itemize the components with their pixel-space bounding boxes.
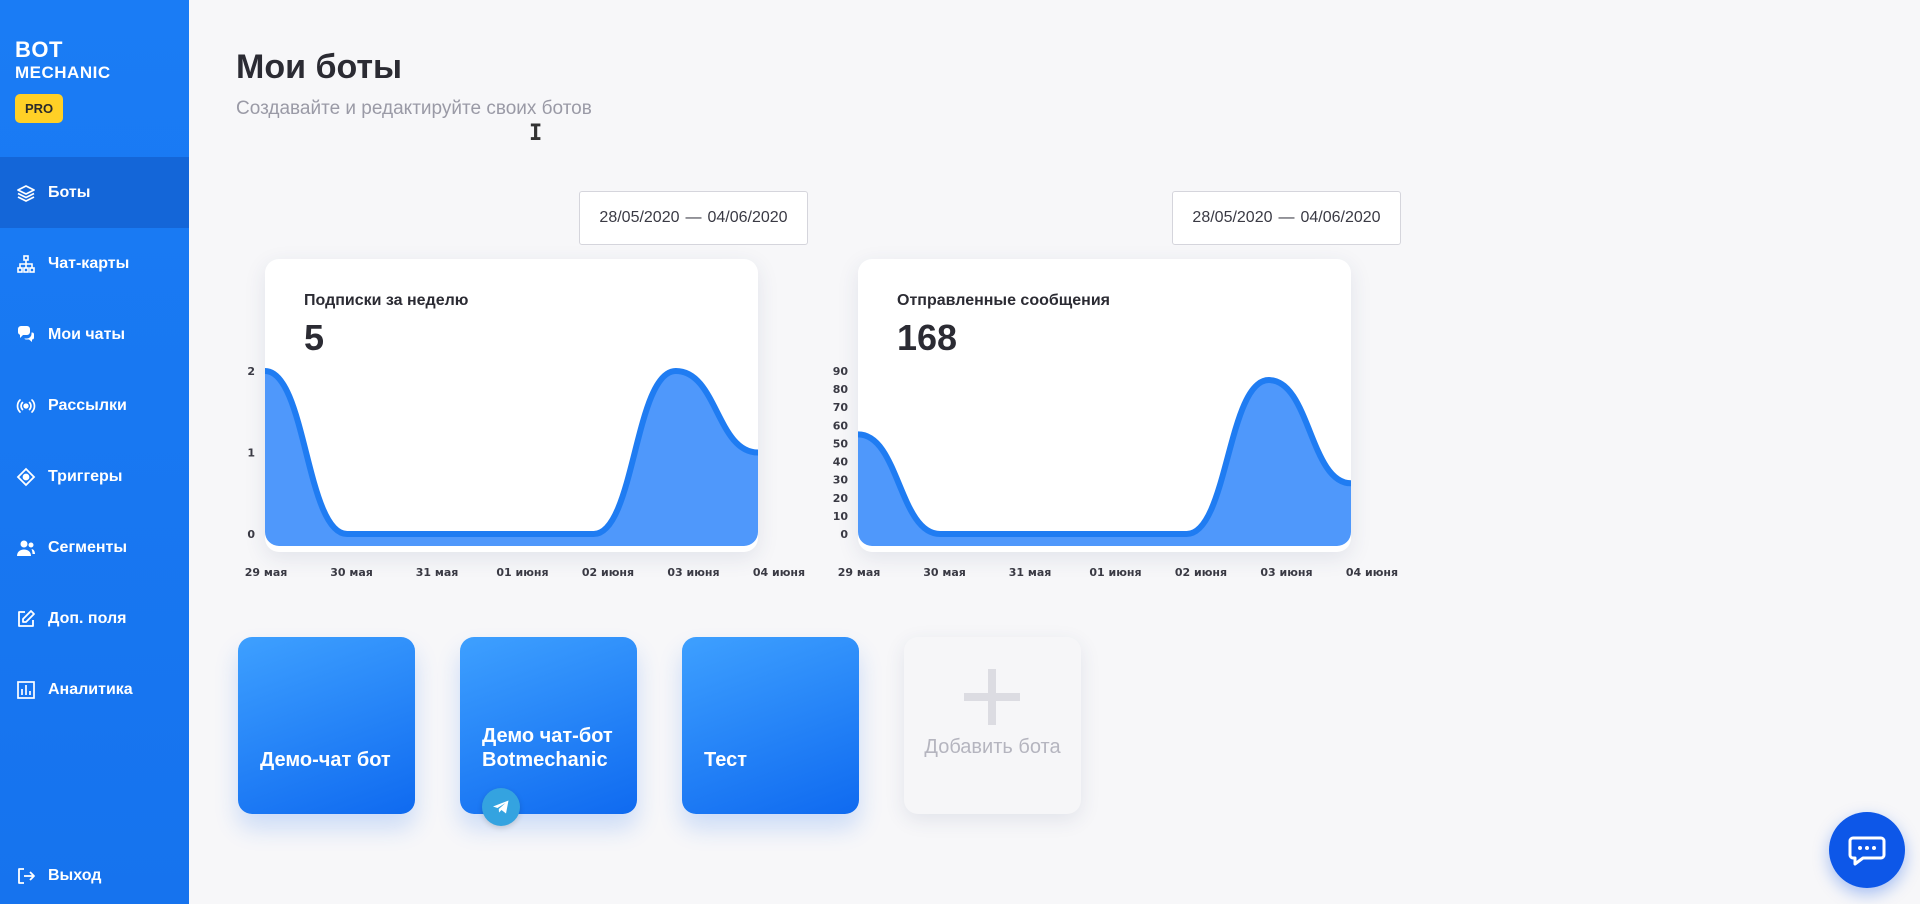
x-tick-label: 31 мая <box>416 566 459 579</box>
x-tick-label: 31 мая <box>1009 566 1052 579</box>
logout-icon <box>18 868 35 884</box>
chart-title: Подписки за неделю <box>304 292 469 309</box>
sidebar: BOT MECHANIC PRO Боты Чат-карты Мои чаты… <box>0 0 189 904</box>
sidebar-item-label: Доп. поля <box>48 609 127 627</box>
bot-name: Тест <box>704 749 747 771</box>
pro-badge: PRO <box>15 94 64 123</box>
sidebar-item-label: Чат-карты <box>48 254 130 272</box>
y-tick-label: 1 <box>247 447 255 460</box>
y-tick-label: 90 <box>833 365 849 378</box>
brand-logo[interactable]: BOT MECHANIC PRO <box>15 38 111 123</box>
x-tick-label: 03 июня <box>1260 566 1312 579</box>
y-tick-label: 0 <box>247 528 255 541</box>
users-icon <box>17 540 35 556</box>
chart-title: Отправленные сообщения <box>897 292 1110 309</box>
date-to: 04/06/2020 <box>1300 209 1381 226</box>
telegram-icon <box>482 788 520 826</box>
x-tick-label: 01 июня <box>1089 566 1141 579</box>
sidebar-item-label: Триггеры <box>48 467 123 485</box>
x-tick-label: 03 июня <box>667 566 719 579</box>
sidebar-item-extra-fields[interactable]: Доп. поля <box>0 583 189 654</box>
x-tick-label: 29 мая <box>245 566 288 579</box>
add-bot-button[interactable]: Добавить бота <box>904 637 1081 814</box>
sidebar-item-my-chats[interactable]: Мои чаты <box>0 299 189 370</box>
y-tick-label: 0 <box>840 528 848 541</box>
chart-card-messages: Отправленные сообщения 168 <box>858 259 1351 552</box>
bot-name: Демо-чат бот <box>260 749 391 771</box>
y-tick-label: 60 <box>833 419 849 432</box>
bot-card[interactable]: Демо-чат бот <box>238 637 415 814</box>
sidebar-item-segments[interactable]: Сегменты <box>0 512 189 583</box>
sidebar-item-chat-maps[interactable]: Чат-карты <box>0 228 189 299</box>
date-range-picker-subscriptions[interactable]: 28/05/2020 — 04/06/2020 <box>579 191 808 245</box>
sitemap-icon <box>17 254 35 273</box>
date-separator: — <box>1278 209 1295 226</box>
date-to: 04/06/2020 <box>707 209 788 226</box>
sidebar-nav: Боты Чат-карты Мои чаты Рассылки Триггер… <box>0 157 189 725</box>
add-bot-label: Добавить бота <box>924 736 1061 758</box>
page-title: Мои боты <box>236 48 403 86</box>
y-tick-label: 50 <box>833 437 849 450</box>
chat-widget-button[interactable] <box>1829 812 1905 888</box>
logout-label: Выход <box>48 867 102 884</box>
date-separator: — <box>685 209 702 226</box>
plus-icon <box>964 669 1020 725</box>
date-from: 28/05/2020 <box>599 209 680 226</box>
x-tick-label: 30 мая <box>923 566 966 579</box>
y-tick-label: 20 <box>833 492 849 505</box>
broadcast-icon <box>16 398 36 413</box>
date-from: 28/05/2020 <box>1192 209 1273 226</box>
chat-bubbles-icon <box>18 325 34 342</box>
bot-card[interactable]: Тест <box>682 637 859 814</box>
chat-icon <box>1848 836 1886 866</box>
date-range-picker-messages[interactable]: 28/05/2020 — 04/06/2020 <box>1172 191 1401 245</box>
page-subtitle: Создавайте и редактируйте своих ботов <box>236 98 592 119</box>
x-tick-label: 02 июня <box>582 566 634 579</box>
x-tick-label: 02 июня <box>1175 566 1227 579</box>
chart-total: 5 <box>304 317 325 358</box>
sidebar-item-label: Аналитика <box>48 680 133 698</box>
sidebar-item-label: Рассылки <box>48 396 127 414</box>
sidebar-item-triggers[interactable]: Триггеры <box>0 441 189 512</box>
x-tick-label: 29 мая <box>838 566 881 579</box>
sidebar-item-label: Мои чаты <box>48 325 126 343</box>
y-tick-label: 2 <box>247 365 255 378</box>
sidebar-item-label: Сегменты <box>48 538 128 556</box>
brand-title: BOT <box>15 37 63 62</box>
chart-total: 168 <box>897 317 958 358</box>
edit-icon <box>18 609 35 627</box>
brand-subtitle: MECHANIC <box>15 63 111 82</box>
sidebar-item-broadcasts[interactable]: Рассылки <box>0 370 189 441</box>
bot-card[interactable]: Демо чат-бот Botmechanic <box>460 637 637 826</box>
target-icon <box>16 467 36 486</box>
layers-icon <box>17 184 35 202</box>
y-tick-label: 70 <box>833 401 849 414</box>
y-tick-label: 80 <box>833 383 849 396</box>
y-tick-label: 10 <box>833 510 849 523</box>
chart-card-subscriptions: Подписки за неделю 5 <box>265 259 758 552</box>
sidebar-item-bots[interactable]: Боты <box>0 157 189 228</box>
x-tick-label: 04 июня <box>753 566 805 579</box>
sidebar-item-analytics[interactable]: Аналитика <box>0 654 189 725</box>
logout-button[interactable]: Выход <box>0 848 189 904</box>
sidebar-item-label: Боты <box>48 183 91 201</box>
x-tick-label: 04 июня <box>1346 566 1398 579</box>
analytics-icon <box>17 680 35 699</box>
x-tick-label: 01 июня <box>496 566 548 579</box>
x-tick-label: 30 мая <box>330 566 373 579</box>
y-tick-label: 40 <box>833 456 849 469</box>
y-tick-label: 30 <box>833 474 849 487</box>
text-cursor-icon: I <box>529 121 543 146</box>
bot-name: Демо чат-бот Botmechanic <box>482 725 613 771</box>
